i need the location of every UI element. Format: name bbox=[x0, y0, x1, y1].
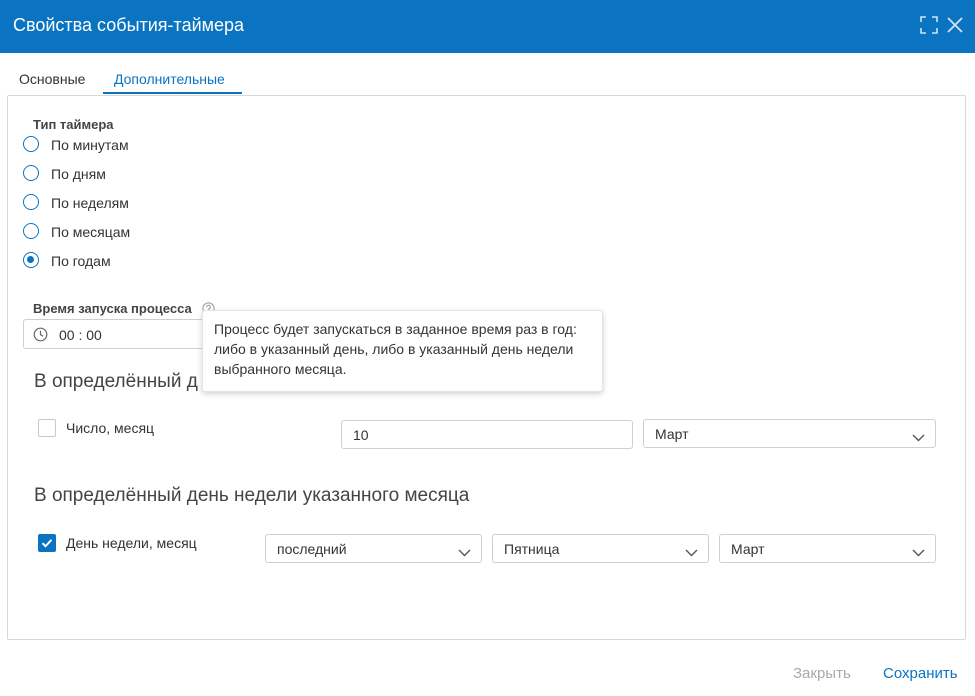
weekday-month-checkbox-label[interactable]: День недели, месяц bbox=[66, 535, 197, 551]
active-tab-indicator bbox=[103, 92, 242, 94]
occurrence-select-value: последний bbox=[277, 541, 347, 557]
close-icon[interactable] bbox=[946, 16, 964, 34]
radio-label-by-years[interactable]: По годам bbox=[51, 253, 111, 269]
occurrence-select[interactable]: последний bbox=[265, 534, 482, 563]
specific-day-section-title: В определённый д bbox=[34, 371, 198, 392]
month-select-2-value: Март bbox=[731, 541, 765, 557]
tab-additional[interactable]: Дополнительные bbox=[114, 71, 225, 87]
dialog-titlebar: Свойства события-таймера bbox=[0, 0, 975, 53]
chevron-down-icon bbox=[912, 429, 925, 445]
radio-label-by-days[interactable]: По дням bbox=[51, 166, 106, 182]
tooltip-line: Процесс будет запускаться в заданное вре… bbox=[214, 321, 577, 337]
dialog-title: Свойства события-таймера bbox=[13, 15, 245, 35]
clock-icon bbox=[33, 327, 48, 347]
weekday-select-value: Пятница bbox=[504, 541, 560, 557]
radio-label-by-minutes[interactable]: По минутам bbox=[51, 137, 129, 153]
tab-bar: Основные Дополнительные bbox=[0, 53, 975, 96]
tooltip-line: выбранного месяца. bbox=[214, 361, 347, 377]
radio-by-years[interactable] bbox=[23, 252, 39, 268]
radio-label-by-weeks[interactable]: По неделям bbox=[51, 195, 129, 211]
month-select-2[interactable]: Март bbox=[719, 534, 936, 563]
chevron-down-icon bbox=[685, 544, 698, 560]
chevron-down-icon bbox=[912, 544, 925, 560]
day-month-checkbox[interactable] bbox=[38, 419, 56, 437]
start-time-value: 00 : 00 bbox=[59, 327, 102, 343]
radio-by-months[interactable] bbox=[23, 223, 39, 239]
radio-by-minutes[interactable] bbox=[23, 136, 39, 152]
close-button[interactable]: Закрыть bbox=[793, 665, 851, 682]
maximize-icon[interactable] bbox=[920, 16, 938, 34]
save-button[interactable]: Сохранить bbox=[883, 665, 958, 682]
day-number-value: 10 bbox=[353, 427, 369, 443]
month-select-1-value: Март bbox=[655, 426, 689, 442]
timer-type-label: Тип таймера bbox=[33, 117, 114, 132]
chevron-down-icon bbox=[458, 544, 471, 560]
start-time-help-tooltip: Процесс будет запускаться в заданное вре… bbox=[202, 310, 603, 392]
specific-weekday-section-title: В определённый день недели указанного ме… bbox=[34, 485, 470, 506]
tab-main[interactable]: Основные bbox=[19, 71, 85, 87]
weekday-select[interactable]: Пятница bbox=[492, 534, 709, 563]
start-time-input[interactable]: 00 : 00 bbox=[23, 319, 223, 349]
radio-by-days[interactable] bbox=[23, 165, 39, 181]
day-month-checkbox-label[interactable]: Число, месяц bbox=[66, 420, 154, 436]
day-number-input[interactable]: 10 bbox=[341, 420, 633, 449]
weekday-month-checkbox[interactable] bbox=[38, 534, 56, 552]
radio-label-by-months[interactable]: По месяцам bbox=[51, 224, 130, 240]
start-time-label: Время запуска процесса bbox=[33, 301, 192, 316]
month-select-1[interactable]: Март bbox=[643, 419, 936, 448]
tooltip-line: либо в указанный день, либо в указанный … bbox=[214, 341, 574, 357]
radio-by-weeks[interactable] bbox=[23, 194, 39, 210]
